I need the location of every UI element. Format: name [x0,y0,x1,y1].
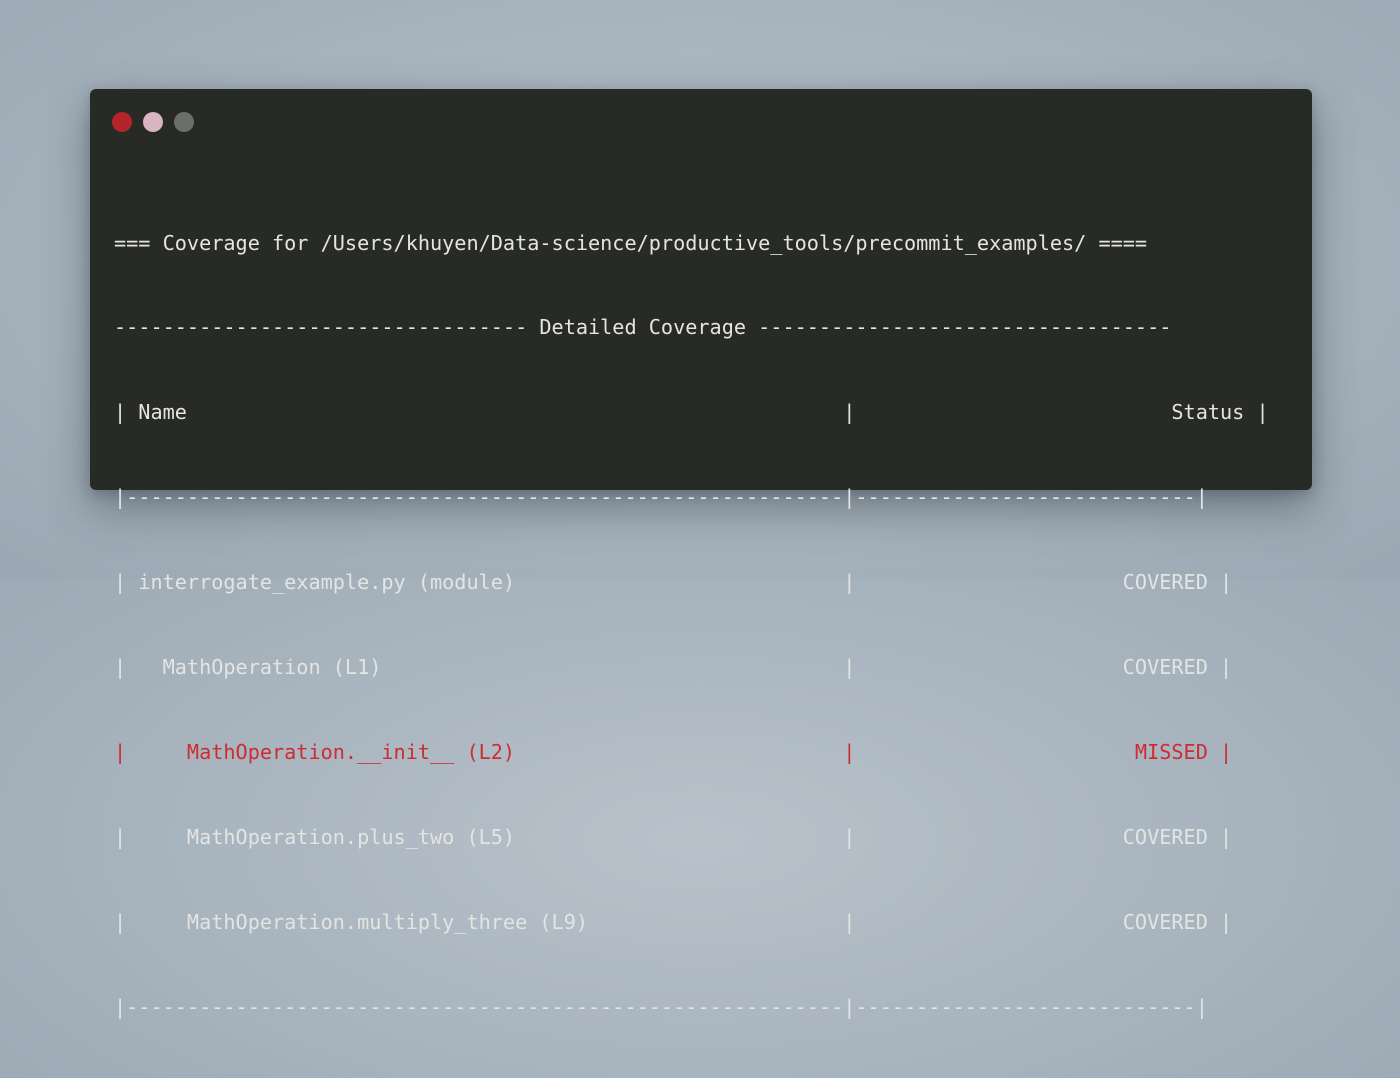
table-row: | MathOperation.multiply_three (L9) | CO… [114,909,1233,934]
terminal-output: === Coverage for /Users/khuyen/Data-scie… [114,172,1269,1078]
close-button[interactable] [112,112,132,132]
table-row: | MathOperation.plus_two (L5) | COVERED … [114,824,1233,849]
window-controls [112,112,194,132]
maximize-button[interactable] [174,112,194,132]
table-separator-top: |---------------------------------------… [114,485,1208,510]
terminal-window: === Coverage for /Users/khuyen/Data-scie… [90,89,1312,1019]
table-header-row: | Name | Status | [114,400,1269,425]
table-row: | interrogate_example.py (module) | COVE… [114,570,1233,595]
table-separator-bottom: |---------------------------------------… [114,994,1208,1019]
table-row-missed: | MathOperation.__init__ (L2) | MISSED | [114,739,1233,764]
coverage-title-line: === Coverage for /Users/khuyen/Data-scie… [114,230,1148,255]
minimize-button[interactable] [143,112,163,132]
table-row: | MathOperation (L1) | COVERED | [114,655,1233,680]
detailed-coverage-header: ---------------------------------- Detai… [114,315,1172,340]
